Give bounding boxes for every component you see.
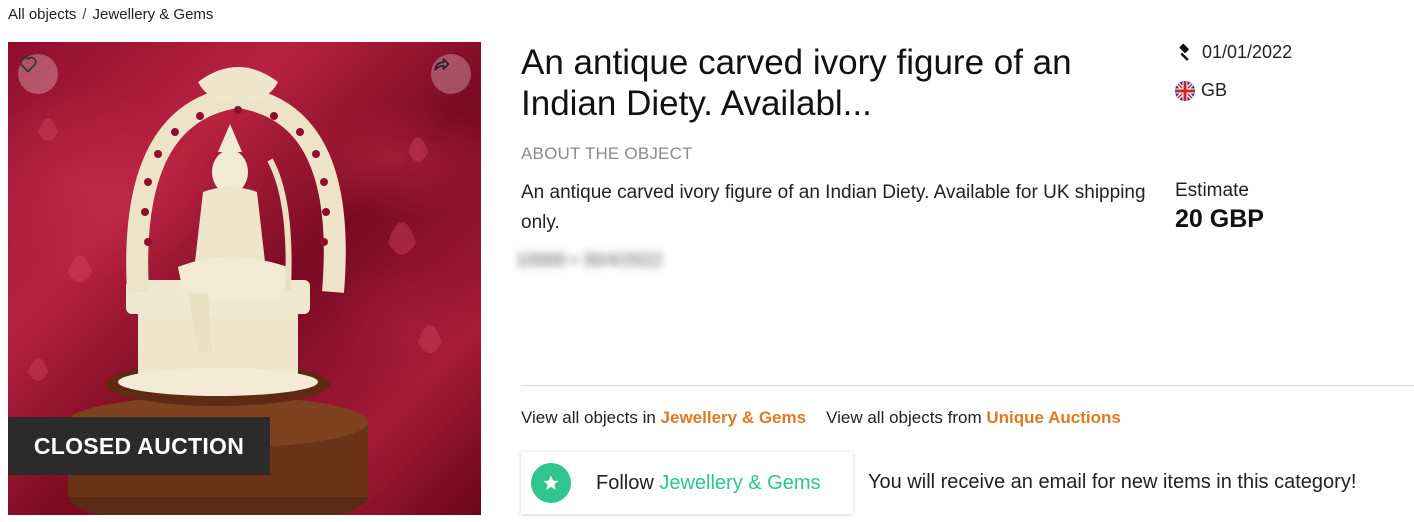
breadcrumb: All objects / Jewellery & Gems	[8, 6, 213, 23]
lot-description: An antique carved ivory figure of an Ind…	[521, 182, 1146, 233]
category-link[interactable]: Jewellery & Gems	[661, 408, 807, 427]
about-heading: ABOUT THE OBJECT	[521, 144, 693, 163]
follow-star-badge	[531, 463, 571, 503]
category-link-prefix: View all objects in	[521, 408, 661, 427]
share-button[interactable]	[431, 54, 471, 94]
estimate-label: Estimate	[1175, 180, 1249, 201]
breadcrumb-separator: /	[82, 6, 87, 23]
heart-icon	[19, 56, 37, 73]
follow-label: Follow Jewellery & Gems	[596, 472, 821, 495]
share-arrow-icon	[434, 58, 450, 71]
follow-category-name: Jewellery & Gems	[659, 471, 821, 494]
seller-link[interactable]: Unique Auctions	[986, 408, 1120, 427]
auction-date-text: 01/01/2022	[1202, 42, 1293, 62]
breadcrumb-category[interactable]: Jewellery & Gems	[93, 6, 214, 23]
breadcrumb-all-objects[interactable]: All objects	[8, 6, 76, 23]
uk-flag-icon	[1175, 80, 1195, 101]
auction-date: 01/01/2022	[1175, 42, 1292, 63]
divider	[521, 385, 1414, 386]
lot-country: GB	[1175, 80, 1227, 101]
lot-image[interactable]: CLOSED AUCTION	[8, 42, 481, 515]
seller-link-prefix: View all objects from	[826, 408, 987, 427]
star-icon	[543, 475, 559, 490]
lot-title: An antique carved ivory figure of an Ind…	[521, 43, 1072, 123]
follow-prefix: Follow	[596, 471, 660, 494]
country-code: GB	[1201, 80, 1228, 100]
closed-auction-badge: CLOSED AUCTION	[8, 417, 270, 475]
related-links: View all objects in Jewellery & Gems View…	[521, 408, 1121, 428]
favorite-button[interactable]	[18, 54, 58, 94]
follow-category-button[interactable]: Follow Jewellery & Gems	[521, 452, 853, 514]
gavel-icon	[1179, 43, 1189, 61]
blurred-details: 10000 • 30/4/2022	[516, 250, 663, 270]
follow-info-text: You will receive an email for new items …	[868, 471, 1357, 493]
estimate-value: 20 GBP	[1175, 205, 1264, 233]
